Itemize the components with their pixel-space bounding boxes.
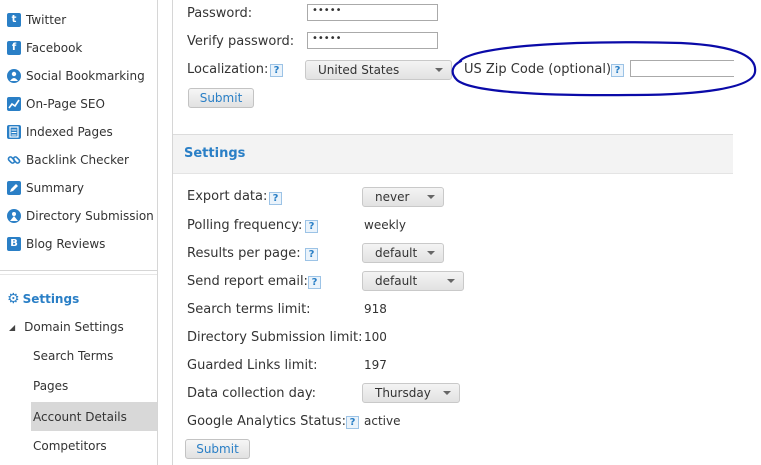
settings-section-title: Settings bbox=[184, 146, 246, 161]
chevron-down-icon bbox=[443, 391, 451, 395]
subitem-label: Competitors bbox=[33, 439, 107, 453]
send-report-email-select[interactable]: default bbox=[362, 271, 464, 291]
chevron-down-icon bbox=[427, 195, 435, 199]
summary-icon bbox=[7, 181, 21, 195]
sidebar-item-label: Facebook bbox=[26, 41, 83, 55]
sidebar-item-label: Twitter bbox=[26, 13, 67, 27]
pages-icon bbox=[7, 125, 21, 139]
sidebar-subitem-account-details[interactable]: Account Details bbox=[31, 402, 157, 431]
sidebar-settings-heading[interactable]: ⚙ Settings bbox=[7, 291, 79, 307]
polling-frequency-label: Polling frequency: bbox=[187, 218, 303, 233]
polling-frequency-value: weekly bbox=[364, 218, 406, 232]
sidebar-item-blog-reviews[interactable]: B Blog Reviews bbox=[7, 234, 105, 254]
sidebar-divider bbox=[157, 0, 158, 465]
localization-label: Localization: bbox=[187, 62, 269, 77]
sidebar-item-indexed-pages[interactable]: Indexed Pages bbox=[7, 122, 113, 142]
chevron-down-icon bbox=[427, 251, 435, 255]
subitem-label: Account Details bbox=[33, 409, 127, 424]
chevron-down-icon bbox=[435, 68, 443, 72]
chart-icon bbox=[7, 97, 21, 111]
main-divider bbox=[172, 0, 173, 465]
verify-password-label: Verify password: bbox=[187, 34, 295, 49]
sidebar-item-facebook[interactable]: f Facebook bbox=[7, 38, 82, 58]
sidebar-item-label: Summary bbox=[26, 181, 84, 195]
sidebar-item-social-bookmarking[interactable]: Social Bookmarking bbox=[7, 66, 145, 86]
send-report-email-value: default bbox=[375, 274, 418, 288]
collapse-triangle-icon: ◢ bbox=[9, 322, 16, 332]
send-report-email-label: Send report email: bbox=[187, 274, 308, 289]
directory-submission-limit-label: Directory Submission limit: bbox=[187, 330, 363, 345]
annotation-ellipse bbox=[451, 41, 757, 97]
google-analytics-status-value: active bbox=[364, 414, 401, 428]
directory-icon bbox=[7, 209, 21, 223]
guarded-links-limit-label: Guarded Links limit: bbox=[187, 358, 318, 373]
password-field[interactable]: ••••• bbox=[307, 4, 438, 21]
data-collection-day-label: Data collection day: bbox=[187, 386, 317, 401]
sidebar-item-label: Blog Reviews bbox=[26, 237, 106, 251]
chevron-down-icon bbox=[447, 279, 455, 283]
directory-submission-limit-value: 100 bbox=[364, 330, 387, 344]
sidebar-subitem-competitors[interactable]: Competitors bbox=[33, 436, 107, 456]
localization-select[interactable]: United States bbox=[305, 60, 452, 80]
settings-label: Settings bbox=[22, 292, 80, 306]
help-icon[interactable]: ? bbox=[305, 248, 318, 261]
guarded-links-limit-value: 197 bbox=[364, 358, 387, 372]
export-data-label: Export data: bbox=[187, 189, 268, 204]
sidebar: t Twitter f Facebook Social Bookmarking … bbox=[0, 0, 158, 465]
help-icon[interactable]: ? bbox=[270, 64, 283, 77]
sidebar-separator bbox=[0, 274, 157, 275]
sidebar-item-on-page-seo[interactable]: On-Page SEO bbox=[7, 94, 105, 114]
sidebar-separator bbox=[0, 270, 157, 271]
sidebar-item-label: On-Page SEO bbox=[26, 97, 105, 111]
data-collection-day-select[interactable]: Thursday bbox=[362, 383, 460, 403]
sidebar-item-label: Social Bookmarking bbox=[26, 69, 145, 83]
facebook-icon: f bbox=[7, 41, 21, 55]
sidebar-item-backlink-checker[interactable]: Backlink Checker bbox=[7, 150, 129, 170]
sidebar-subitem-search-terms[interactable]: Search Terms bbox=[33, 346, 113, 366]
data-collection-day-value: Thursday bbox=[375, 386, 431, 400]
gear-icon: ⚙ bbox=[7, 291, 20, 307]
help-icon[interactable]: ? bbox=[305, 220, 318, 233]
sidebar-domain-settings[interactable]: ◢ Domain Settings bbox=[9, 320, 124, 334]
sidebar-item-twitter[interactable]: t Twitter bbox=[7, 10, 66, 30]
sidebar-item-summary[interactable]: Summary bbox=[7, 178, 84, 198]
help-icon[interactable]: ? bbox=[308, 276, 321, 289]
verify-password-field[interactable]: ••••• bbox=[307, 32, 438, 49]
search-terms-limit-label: Search terms limit: bbox=[187, 302, 311, 317]
results-per-page-value: default bbox=[375, 246, 418, 260]
domain-settings-label: Domain Settings bbox=[24, 320, 124, 334]
google-analytics-status-label: Google Analytics Status: bbox=[187, 414, 346, 429]
help-icon[interactable]: ? bbox=[269, 192, 282, 205]
sidebar-item-label: Indexed Pages bbox=[26, 125, 113, 139]
results-per-page-label: Results per page: bbox=[187, 246, 301, 261]
export-data-value: never bbox=[375, 190, 410, 204]
localization-value: United States bbox=[318, 63, 400, 77]
settings-submit-button[interactable]: Submit bbox=[185, 439, 250, 459]
sidebar-item-directory-submission[interactable]: Directory Submission bbox=[7, 206, 154, 226]
twitter-icon: t bbox=[7, 13, 21, 27]
export-data-select[interactable]: never bbox=[362, 187, 444, 207]
blog-icon: B bbox=[7, 237, 21, 251]
sidebar-subitem-pages[interactable]: Pages bbox=[33, 376, 68, 396]
search-terms-limit-value: 918 bbox=[364, 302, 387, 316]
results-per-page-select[interactable]: default bbox=[362, 243, 444, 263]
sidebar-item-label: Directory Submission bbox=[26, 209, 154, 223]
subitem-label: Pages bbox=[33, 379, 69, 393]
subitem-label: Search Terms bbox=[33, 349, 114, 363]
link-icon bbox=[7, 153, 21, 167]
settings-section-header: Settings bbox=[173, 134, 733, 174]
person-icon bbox=[7, 69, 21, 83]
help-icon[interactable]: ? bbox=[346, 416, 359, 429]
password-label: Password: bbox=[187, 6, 253, 21]
account-submit-button[interactable]: Submit bbox=[188, 88, 254, 108]
sidebar-item-label: Backlink Checker bbox=[26, 153, 129, 167]
